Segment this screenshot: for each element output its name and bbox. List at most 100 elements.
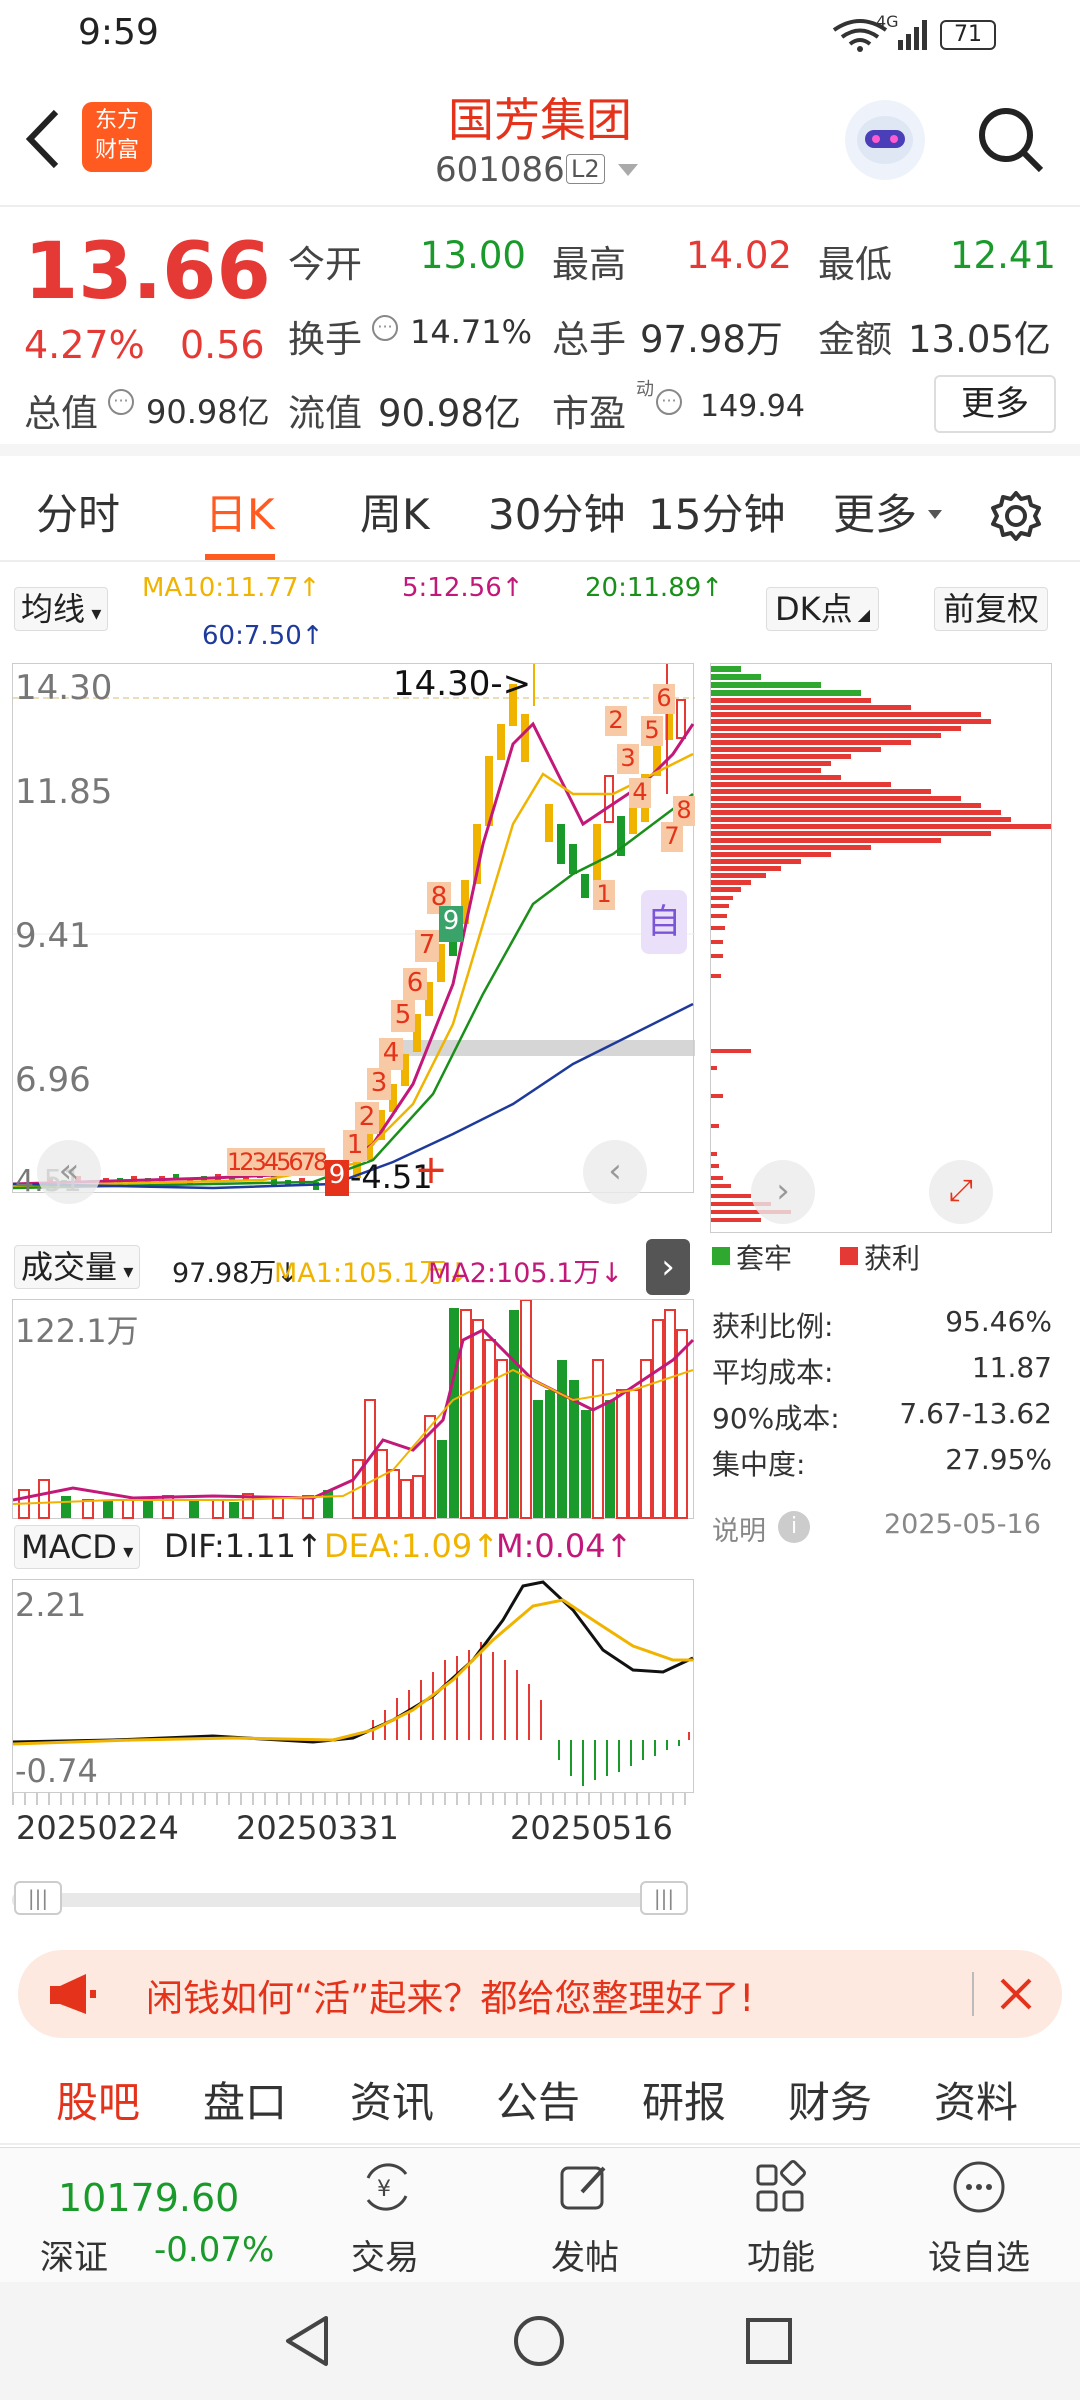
high-label: 最高 (552, 243, 626, 286)
td-marker: 4 (379, 1038, 403, 1070)
tab-research[interactable]: 研报 (642, 2060, 726, 2145)
tab-weekly-k[interactable]: 周K (360, 468, 430, 562)
apps-grid-icon (752, 2158, 810, 2216)
code-dropdown-icon[interactable] (618, 164, 638, 176)
macd-panel[interactable]: 2.21 -0.74 (12, 1579, 694, 1793)
status-time: 9:59 (78, 12, 159, 53)
chip-row-label: 集中度: (712, 1448, 806, 1481)
date-label-1: 20250224 (16, 1809, 179, 1847)
logo-text-1: 东方 (94, 108, 139, 133)
info-icon[interactable]: ··· (656, 389, 682, 415)
post-button[interactable]: 发帖 (530, 2148, 640, 2283)
adjust-price-button[interactable]: 前复权 (934, 587, 1049, 631)
tab-daily-k[interactable]: 日K (205, 468, 275, 562)
settings-gear-icon[interactable] (990, 490, 1042, 542)
nav-back-icon[interactable] (282, 2314, 334, 2368)
info-icon[interactable]: i (778, 1511, 810, 1543)
y-label-3: 9.41 (15, 916, 91, 956)
toggle-panel-icon[interactable]: › (646, 1239, 690, 1295)
amount-value: 13.05亿 (908, 318, 1051, 361)
scroll-far-left-icon[interactable]: « (37, 1140, 101, 1204)
td-marker: 2 (355, 1102, 379, 1134)
robot-assistant-icon[interactable] (845, 100, 925, 180)
range-slider-left-handle[interactable]: ||| (14, 1881, 62, 1915)
chip-next-icon[interactable]: › (751, 1160, 815, 1224)
date-ticks (12, 1793, 694, 1805)
back-icon[interactable] (20, 104, 70, 174)
quote-panel: 13.66 4.27% 0.56 今开 13.00 最高 14.02 最低 12… (0, 209, 1080, 456)
close-icon[interactable] (990, 1968, 1042, 2020)
level2-badge[interactable]: L2 (566, 154, 605, 184)
ma-selector-label: 均线 (21, 590, 86, 628)
period-tabs: 分时 日K 周K 30分钟 15分钟 更多 (0, 468, 1080, 562)
index-value: 10179.60 (58, 2176, 240, 2220)
volume-ma2: MA2:105.1万↓ (428, 1258, 623, 1289)
tab-news[interactable]: 资讯 (350, 2060, 434, 2145)
more-button[interactable]: 更多 (934, 375, 1056, 433)
info-icon[interactable]: ··· (372, 315, 398, 341)
tab-orderbook[interactable]: 盘口 (203, 2060, 287, 2145)
open-label: 今开 (288, 243, 362, 286)
index-change: -0.07% (154, 2230, 275, 2270)
volume-selector[interactable]: 成交量 ▾ (14, 1245, 141, 1289)
tab-forum[interactable]: 股吧 (56, 2060, 140, 2145)
tab-announcements[interactable]: 公告 (496, 2060, 580, 2145)
tab-profile[interactable]: 资料 (934, 2060, 1018, 2145)
megaphone-icon (46, 1970, 98, 2018)
chip-row-label: 平均成本: (712, 1356, 834, 1389)
promo-banner[interactable]: 闲钱如何“活”起来？都给您整理好了! (18, 1950, 1062, 2038)
crosshair-icon[interactable]: + (411, 1150, 451, 1190)
open-value: 13.00 (420, 234, 526, 277)
range-slider-track[interactable] (12, 1893, 688, 1907)
tab-financials[interactable]: 财务 (788, 2060, 872, 2145)
high-value: 14.02 (686, 234, 792, 277)
nav-recents-icon[interactable] (744, 2316, 794, 2366)
ma-selector[interactable]: 均线 ▾ (14, 587, 109, 631)
chip-note-label[interactable]: 说明 (712, 1509, 766, 1548)
kline-chart-area: 均线 ▾ MA10:11.77↑ 5:12.56↑ 20:11.89↑ 60:7… (0, 565, 1080, 1935)
td-marker: 5 (641, 716, 663, 746)
chip-row-label: 获利比例: (712, 1310, 834, 1343)
trade-button[interactable]: ¥ 交易 (330, 2148, 440, 2283)
chip-distribution-panel[interactable]: › ⤢ (710, 663, 1052, 1233)
trapped-legend-swatch (712, 1247, 730, 1265)
content-tabs: 股吧 盘口 资讯 公告 研报 财务 资料 (0, 2060, 1080, 2159)
expand-icon[interactable]: ⤢ (929, 1160, 993, 1224)
td-marker-nine: 9 (325, 1160, 349, 1196)
logo-text-2: 财富 (94, 138, 139, 163)
chip-row-profit-ratio: 获利比例: 95.46% (712, 1305, 1052, 1351)
tab-more[interactable]: 更多 (833, 468, 917, 562)
nav-home-icon[interactable] (512, 2314, 566, 2368)
ma20-label: 20:11.89↑ (585, 573, 724, 603)
td-marker: 5 (391, 1000, 415, 1032)
macd-selector[interactable]: MACD ▾ (14, 1525, 141, 1569)
tab-30min[interactable]: 30分钟 (488, 468, 625, 562)
dk-point-button[interactable]: DK点 ◢ (766, 587, 880, 631)
chip-row-value: 27.95% (945, 1443, 1052, 1476)
td-marker: 7 (661, 822, 683, 852)
add-watchlist-button[interactable]: 设自选 (914, 2148, 1044, 2283)
range-slider-right-handle[interactable]: ||| (640, 1881, 688, 1915)
scroll-left-icon[interactable]: ‹ (583, 1140, 647, 1204)
volume-panel[interactable]: 122.1万 (12, 1299, 695, 1519)
more-dropdown-icon (928, 510, 942, 519)
index-ticker[interactable]: 10179.60 深证 -0.07% (0, 2148, 300, 2283)
candlestick-panel[interactable]: 14.30 11.85 9.41 6.96 4.51 14.30-> <-4.5… (12, 663, 695, 1204)
tab-15min[interactable]: 15分钟 (648, 468, 785, 562)
float-cap-value: 90.98亿 (378, 392, 521, 435)
volume-label: 总手 (552, 318, 626, 361)
turnover-label: 换手 (288, 318, 362, 361)
search-icon[interactable] (975, 104, 1045, 174)
app-logo[interactable]: 东方 财富 (82, 102, 152, 172)
market-cap-value: 90.98亿 (146, 393, 270, 431)
float-cap-label: 流值 (288, 392, 362, 435)
date-label-3: 20250516 (510, 1809, 673, 1847)
feature-button[interactable]: 功能 (726, 2148, 836, 2283)
info-icon[interactable]: ··· (108, 389, 134, 415)
self-select-tag[interactable]: 自 (641, 890, 687, 954)
chip-date: 2025-05-16 (884, 1509, 1041, 1540)
macd-selector-label: MACD (21, 1528, 117, 1566)
tab-intraday[interactable]: 分时 (36, 468, 120, 562)
macd-dea: DEA:1.09↑ (324, 1527, 500, 1565)
td-marker: 7 (415, 930, 439, 962)
